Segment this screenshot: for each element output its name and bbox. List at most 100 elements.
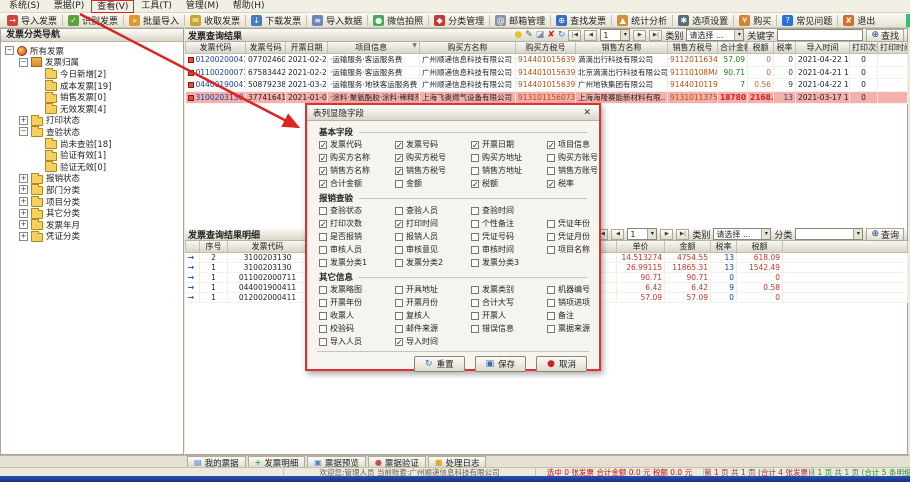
checked-checkbox-icon[interactable]: ✓ [395,141,403,149]
column-header-发票代码[interactable]: 发票代码 [186,42,246,54]
checkbox-复核人[interactable]: 复核人 [395,310,471,321]
unchecked-checkbox-icon[interactable] [395,312,403,320]
checked-checkbox-icon[interactable]: ✓ [547,180,555,188]
column-header-税率[interactable]: 税率 [774,42,796,54]
unchecked-checkbox-icon[interactable] [319,299,327,307]
checkbox-收票人[interactable]: 收票人 [319,310,395,321]
保存-button[interactable]: ▣保存 [475,356,527,372]
tree-item-尚未查验[18][interactable]: 尚未查验[18] [5,138,183,150]
column-header-打印次数[interactable]: 打印次数 [850,42,878,54]
column-header-序号[interactable]: 序号 [200,241,228,253]
tree-item-所有发票[interactable]: −所有发票 [5,45,183,57]
checkbox-审核人员[interactable]: 审核人员 [319,244,395,255]
checkbox-审核意见[interactable]: 审核意见 [395,244,471,255]
tree-item-验证有效[1][interactable]: 验证有效[1] [5,149,183,161]
toolbar-button-统计分析[interactable]: ▲统计分析 [613,14,671,27]
checked-checkbox-icon[interactable]: ✓ [319,180,327,188]
checkbox-查验人员[interactable]: 查验人员 [395,205,471,216]
column-header-税额[interactable]: 税额 [737,241,783,253]
column-header-发票代码[interactable]: 发票代码 [228,241,308,253]
checkbox-税额[interactable]: ✓税额 [471,178,547,189]
unchecked-checkbox-icon[interactable] [395,299,403,307]
checkbox-开票月份[interactable]: 开票月份 [395,297,471,308]
unchecked-checkbox-icon[interactable] [319,233,327,241]
checkbox-销售方名称[interactable]: ✓销售方名称 [319,165,395,176]
tree-item-凭证分类[interactable]: +凭证分类 [5,231,183,243]
unchecked-checkbox-icon[interactable] [319,259,327,267]
column-header-购买方税号[interactable]: 购买方税号 [516,42,576,54]
add-icon[interactable]: ● [514,30,522,41]
expand-icon[interactable]: + [19,220,28,229]
column-header-销售方名称[interactable]: 销售方名称 [576,42,668,54]
table-row[interactable]: 3100203130377416412021-01-06·涂料·聚氨酯胶·涂料·… [186,91,908,104]
unchecked-checkbox-icon[interactable] [319,312,327,320]
checkbox-错误信息[interactable]: 错误信息 [471,323,547,334]
unchecked-checkbox-icon[interactable] [319,286,327,294]
unchecked-checkbox-icon[interactable] [319,325,327,333]
expand-icon[interactable]: + [19,232,28,241]
toolbar-button-购买[interactable]: ¥购买 [735,14,775,27]
unchecked-checkbox-icon[interactable] [547,286,555,294]
checkbox-报销人员[interactable]: 报销人员 [395,231,471,242]
keyword-input[interactable] [777,29,863,41]
column-header-开票日期[interactable]: 开票日期 [286,42,328,54]
tree-item-销售发票[0][interactable]: 销售发票[0] [5,91,183,103]
unchecked-checkbox-icon[interactable] [471,299,479,307]
checkbox-发票号码[interactable]: ✓发票号码 [395,139,471,150]
column-header-blank[interactable] [186,241,200,253]
unchecked-checkbox-icon[interactable] [471,246,479,254]
checkbox-是否报销[interactable]: 是否报销 [319,231,395,242]
unchecked-checkbox-icon[interactable] [471,154,479,162]
checkbox-凭证号码[interactable]: 凭证号码 [471,231,547,242]
checkbox-个性备注[interactable]: 个性备注 [471,218,547,229]
checkbox-导入时间[interactable]: ✓导入时间 [395,336,471,347]
checkbox-购买方名称[interactable]: ✓购买方名称 [319,152,395,163]
unchecked-checkbox-icon[interactable] [395,259,403,267]
tree-item-查验状态[interactable]: −查验状态 [5,126,183,138]
checked-checkbox-icon[interactable]: ✓ [395,154,403,162]
checked-checkbox-icon[interactable]: ✓ [547,141,555,149]
checkbox-销售方税号[interactable]: ✓销售方税号 [395,165,471,176]
result-last-page-button[interactable]: ▶| [649,30,662,41]
toolbar-button-选项设置[interactable]: ✱选项设置 [674,14,732,27]
checkbox-金额[interactable]: 金额 [395,178,471,189]
checkbox-项目名称[interactable]: 项目名称 [547,244,590,255]
checkbox-合计大写[interactable]: 合计大写 [471,297,547,308]
checkbox-校验码[interactable]: 校验码 [319,323,395,334]
tree-item-成本发票[19][interactable]: 成本发票[19] [5,80,183,92]
unchecked-checkbox-icon[interactable] [471,259,479,267]
table-row[interactable]: 012002000411077024602021-02-22·运输服务·客运服务… [186,54,908,67]
tree-item-无效发票[4][interactable]: 无效发票[4] [5,103,183,115]
unchecked-checkbox-icon[interactable] [395,180,403,188]
checkbox-发票类别[interactable]: 发票类别 [471,284,547,295]
refresh-icon[interactable]: ↻ [558,30,566,41]
checked-checkbox-icon[interactable]: ✓ [395,220,403,228]
toolbar-button-查找发票[interactable]: ⊕查找发票 [552,14,610,27]
toolbar-button-批量导入[interactable]: »批量导入 [125,14,183,27]
unchecked-checkbox-icon[interactable] [471,167,479,175]
table-row[interactable]: 044001900411508792382021-03-23·运输服务·地铁客运… [186,79,908,92]
column-header-项目信息[interactable]: 项目信息 ▼ [328,42,420,54]
menu-item-帮助(H)[interactable]: 帮助(H) [226,0,272,13]
edit-icon[interactable]: ✎ [525,30,533,41]
collapse-icon[interactable]: − [5,46,14,55]
checkbox-邮件来源[interactable]: 邮件来源 [395,323,471,334]
checked-checkbox-icon[interactable]: ✓ [319,141,327,149]
column-header-税额[interactable]: 税额 [748,42,774,54]
checkbox-开票人[interactable]: 开票人 [471,310,547,321]
toolbar-button-下载发票[interactable]: ↓下载发票 [247,14,305,27]
unchecked-checkbox-icon[interactable] [395,207,403,215]
checked-checkbox-icon[interactable]: ✓ [395,167,403,175]
close-icon[interactable]: ✕ [581,106,593,120]
eraser-icon[interactable]: ◪ [536,30,545,41]
table-row[interactable]: 011002000711675834422021-02-22·运输服务·客运服务… [186,66,908,79]
filter-funnel-icon[interactable]: ▼ [412,42,417,49]
result-prev-page-button[interactable]: ◀ [584,30,597,41]
detail-classify-select[interactable]: ▾ [795,228,863,240]
checkbox-打印时间[interactable]: ✓打印时间 [395,218,471,229]
column-header-发票号码[interactable]: 发票号码 [246,42,286,54]
checkbox-税率[interactable]: ✓税率 [547,178,587,189]
checkbox-备注[interactable]: 备注 [547,310,587,321]
collapse-icon[interactable]: − [19,127,28,136]
detail-category-select[interactable]: 请选择 ...▾ [713,228,771,240]
